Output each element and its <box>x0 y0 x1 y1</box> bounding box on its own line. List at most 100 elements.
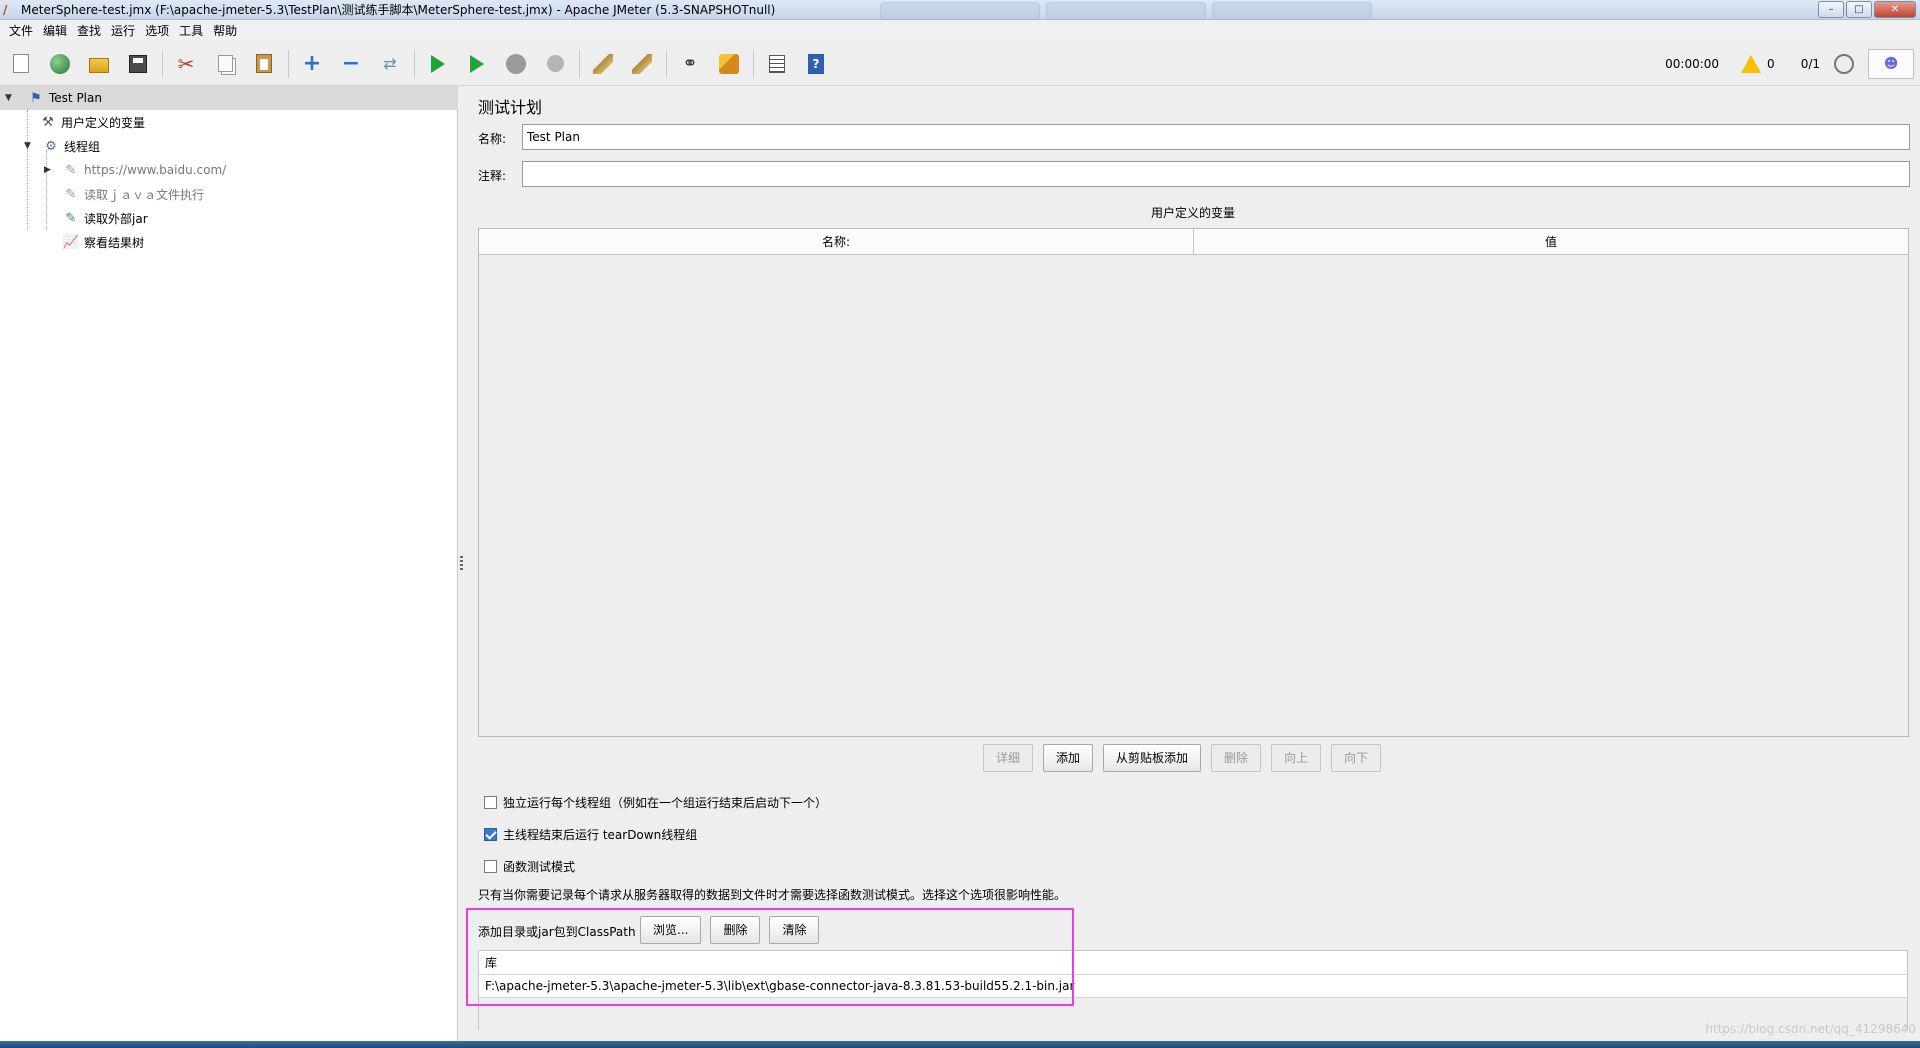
tree-node-results-tree[interactable]: 📈 察看结果树 <box>62 230 144 254</box>
collapse-arrow-icon[interactable]: ▼ <box>5 93 15 103</box>
functional-mode-checkbox[interactable] <box>484 860 497 873</box>
search-button[interactable]: ⚭ <box>675 49 705 79</box>
menu-help[interactable]: 帮助 <box>208 20 242 42</box>
comment-field[interactable] <box>522 161 1910 187</box>
active-threads: 0/1 <box>1800 57 1820 71</box>
help-button[interactable]: ? <box>801 49 831 79</box>
background-tab <box>880 2 1040 20</box>
start-icon <box>431 54 445 73</box>
tree-node-java-sampler[interactable]: ✎ 读取ｊａｖａ文件执行 <box>62 182 204 206</box>
config-tools-icon: ⚒ <box>42 114 54 130</box>
save-button[interactable] <box>123 49 153 79</box>
background-tab <box>1212 2 1372 20</box>
tree-node-label: 用户定义的变量 <box>61 115 146 130</box>
templates-icon <box>50 53 70 74</box>
tree-node-thread-group[interactable]: ▼ ⚙ 线程组 <box>24 134 100 158</box>
copy-button[interactable] <box>210 49 240 79</box>
add-button[interactable]: 添加 <box>1043 744 1094 772</box>
window-title: MeterSphere-test.jmx (F:\apache-jmeter-5… <box>21 3 776 17</box>
menu-options[interactable]: 选项 <box>140 20 174 42</box>
open-button[interactable] <box>84 49 114 79</box>
add-from-clipboard-button[interactable]: 从剪贴板添加 <box>1103 744 1202 772</box>
start-button[interactable] <box>423 49 453 79</box>
move-down-button[interactable]: 向下 <box>1331 744 1382 772</box>
shutdown-icon <box>546 55 564 72</box>
start-no-timers-button[interactable] <box>462 49 492 79</box>
clear-button[interactable] <box>588 49 618 79</box>
menu-file[interactable]: 文件 <box>4 20 38 42</box>
table-button-row: 详细 添加 从剪贴板添加 删除 向上 向下 <box>983 744 1382 772</box>
window-titlebar: / MeterSphere-test.jmx (F:\apache-jmeter… <box>0 0 1920 20</box>
comment-label: 注释: <box>478 169 507 183</box>
tree-node-http-sampler[interactable]: ▶ ✎ https://www.baidu.com/ <box>44 158 226 182</box>
tree-guide-line <box>27 110 28 230</box>
background-tab <box>1046 2 1206 20</box>
paste-button[interactable] <box>249 49 279 79</box>
move-up-button[interactable]: 向上 <box>1271 744 1322 772</box>
tree-node-test-plan[interactable]: ▼ ⚑ Test Plan <box>0 86 458 110</box>
maximize-button[interactable]: □ <box>1846 1 1872 18</box>
warning-count: 0 <box>1767 57 1775 71</box>
menu-run[interactable]: 运行 <box>106 20 140 42</box>
name-field[interactable]: Test Plan <box>522 124 1910 150</box>
cut-button[interactable]: ✂ <box>171 49 201 79</box>
watermark: https://blog.csdn.net/qq_41298640 <box>1705 1022 1916 1036</box>
expand-icon: + <box>302 50 322 76</box>
warning-icon[interactable] <box>1741 55 1762 73</box>
collapse-all-button[interactable]: − <box>336 49 366 79</box>
functional-mode-option[interactable]: 函数测试模式 <box>484 858 575 875</box>
minimize-button[interactable]: – <box>1818 1 1844 18</box>
reset-search-button[interactable] <box>714 49 744 79</box>
tree-node-label: 察看结果树 <box>84 235 145 250</box>
tree-node-label: 读取外部jar <box>84 211 148 226</box>
user-variables-table[interactable]: 名称: 值 <box>478 228 1909 737</box>
expand-arrow-icon[interactable]: ▶ <box>44 165 54 175</box>
menu-search[interactable]: 查找 <box>72 20 106 42</box>
teardown-checkbox[interactable] <box>484 828 497 841</box>
stop-button[interactable] <box>501 49 531 79</box>
tree-node-jar-sampler[interactable]: ✎ 读取外部jar <box>62 206 148 230</box>
delete-button[interactable]: 删除 <box>1211 744 1262 772</box>
templates-button[interactable] <box>45 49 75 79</box>
test-plan-icon: ⚑ <box>30 90 42 106</box>
teardown-option[interactable]: 主线程结束后运行 tearDown线程组 <box>484 826 697 843</box>
serialize-label: 独立运行每个线程组（例如在一个组运行结束后启动下一个） <box>503 796 828 810</box>
teardown-label: 主线程结束后运行 tearDown线程组 <box>503 828 698 842</box>
menu-edit[interactable]: 编辑 <box>38 20 72 42</box>
function-helper-button[interactable] <box>762 49 792 79</box>
expand-all-button[interactable]: + <box>297 49 327 79</box>
tree-node-label: 读取ｊａｖａ文件执行 <box>84 187 205 202</box>
detail-button[interactable]: 详细 <box>983 744 1034 772</box>
cut-icon: ✂ <box>177 51 195 76</box>
serialize-checkbox[interactable] <box>484 796 497 809</box>
tree-node-user-variables[interactable]: ⚒ 用户定义的变量 <box>39 110 145 134</box>
new-button[interactable] <box>6 49 36 79</box>
collapse-arrow-icon[interactable]: ▼ <box>24 141 34 151</box>
background-tabs <box>880 0 1372 20</box>
gear-icon: ⚙ <box>45 138 57 154</box>
toolbar-separator <box>288 49 289 78</box>
toolbar: ✂ + − ⇄ ⚭ ? 00:00:00 0 0/1 ☻ <box>0 42 1920 86</box>
toggle-button[interactable]: ⇄ <box>375 49 405 79</box>
test-plan-tree: ▼ ⚑ Test Plan ⚒ 用户定义的变量 ▼ ⚙ 线程组 ▶ ✎ http… <box>0 86 458 1041</box>
sampler-pen-icon: ✎ <box>65 162 77 178</box>
column-value-header[interactable]: 值 <box>1194 229 1908 254</box>
help-icon: ? <box>808 53 824 74</box>
paste-icon <box>256 54 272 73</box>
os-taskbar <box>0 1041 1920 1048</box>
shutdown-button[interactable] <box>540 49 570 79</box>
serialize-threadgroups-option[interactable]: 独立运行每个线程组（例如在一个组运行结束后启动下一个） <box>484 794 827 811</box>
panel-splitter[interactable] <box>458 86 466 1041</box>
clear-all-button[interactable] <box>627 49 657 79</box>
search-icon: ⚭ <box>682 52 698 74</box>
start-no-timers-icon <box>470 54 484 73</box>
splitter-grip-icon[interactable] <box>460 556 463 570</box>
sampler-pen-icon: ✎ <box>65 186 77 202</box>
user-icon: ☻ <box>1883 56 1899 72</box>
close-button[interactable]: ✕ <box>1874 1 1916 18</box>
language-button[interactable]: ☻ <box>1868 49 1914 79</box>
menu-tools[interactable]: 工具 <box>174 20 208 42</box>
menubar: 文件 编辑 查找 运行 选项 工具 帮助 <box>0 20 1920 42</box>
toggle-icon: ⇄ <box>383 53 397 73</box>
column-name-header[interactable]: 名称: <box>479 229 1194 254</box>
